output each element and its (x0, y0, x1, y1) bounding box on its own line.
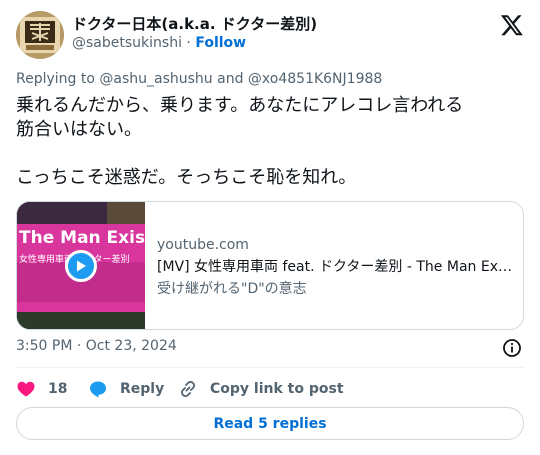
play-icon (77, 260, 86, 272)
timestamp[interactable]: 3:50 PM · Oct 23, 2024 (16, 338, 177, 354)
reply-label: Reply (120, 381, 165, 397)
reply-button[interactable]: Reply (88, 377, 164, 401)
tweet-embed: ドクター日本(a.k.a. ドクター差別) @sabetsukinshi · F… (0, 0, 540, 455)
mention-link[interactable]: @ashu_ashushu (99, 71, 212, 87)
link-domain: youtube.com (157, 237, 249, 253)
handle[interactable]: @sabetsukinshi (72, 35, 182, 51)
tweet-line: 乗れるんだから、乗ります。あなたにアレコレ言われる (16, 95, 464, 116)
like-button[interactable]: 18 (16, 377, 67, 401)
replying-to: Replying to @ashu_ashushu and @xo4851K6N… (16, 71, 382, 87)
link-description: 受け継がれる"D"の意志 (157, 281, 307, 297)
read-replies-button[interactable]: Read 5 replies (16, 407, 524, 440)
reply-bubble-icon (90, 381, 106, 398)
info-icon[interactable] (502, 338, 522, 358)
avatar[interactable] (16, 11, 64, 59)
kanji-seal-avatar-icon (16, 11, 64, 59)
tweet-text: 乗れるんだから、乗ります。あなたにアレコレ言われる 筋合いはない。 こっちこそ迷… (16, 94, 526, 190)
tweet-line: 筋合いはない。 (16, 119, 142, 140)
play-button[interactable] (65, 250, 97, 282)
tweet-line: こっちこそ迷惑だ。そっちこそ恥を知れ。 (16, 167, 357, 188)
mention-link[interactable]: @xo4851K6NJ1988 (248, 71, 382, 87)
separator: · (186, 35, 191, 51)
follow-button[interactable]: Follow (195, 35, 246, 51)
replying-and: and (217, 71, 244, 87)
display-name[interactable]: ドクター日本(a.k.a. ドクター差別) (72, 13, 317, 34)
divider (16, 367, 524, 368)
link-preview-card[interactable]: The Man Exist 女性専用車両 ドクター差別 youtube.com … (16, 201, 524, 330)
handle-row: @sabetsukinshi · Follow (72, 35, 246, 51)
link-icon (181, 381, 195, 397)
copy-link-label: Copy link to post (210, 381, 344, 397)
heart-icon (17, 381, 35, 397)
x-logo-icon[interactable] (500, 13, 524, 37)
thumbnail-title: The Man Exist (19, 228, 145, 248)
copy-link-button[interactable]: Copy link to post (178, 377, 344, 401)
link-card-info: youtube.com [MV] 女性専用車両 feat. ドクター差別 - T… (157, 236, 512, 299)
video-thumbnail: The Man Exist 女性専用車両 ドクター差別 (17, 202, 145, 329)
link-title: [MV] 女性専用車両 feat. ドクター差別 - The Man Exist… (157, 259, 512, 275)
replying-prefix: Replying to (16, 71, 95, 87)
like-count: 18 (48, 381, 68, 397)
